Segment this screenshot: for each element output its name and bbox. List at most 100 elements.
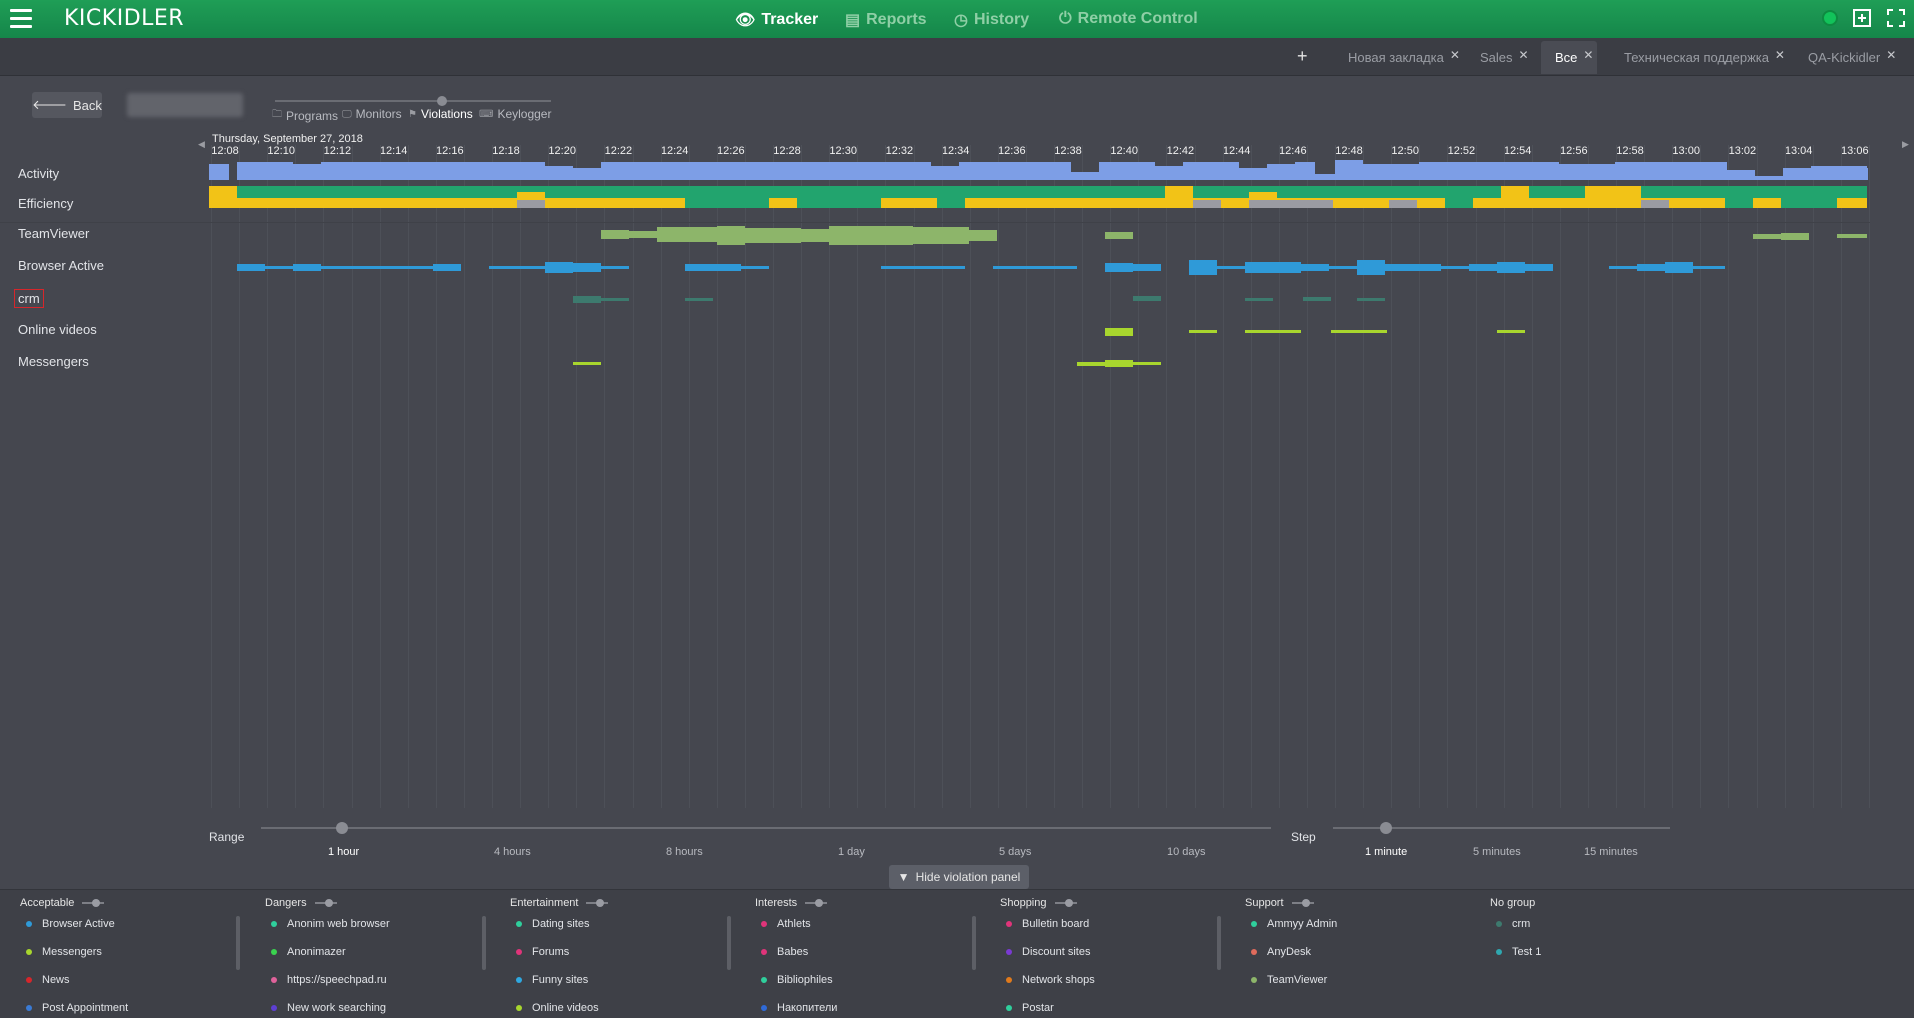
row-label-crm[interactable]: crm (14, 289, 44, 308)
browser-active-bar[interactable] (881, 266, 965, 269)
close-icon[interactable]: ✕ (1518, 48, 1528, 62)
teamviewer-bar[interactable] (913, 227, 969, 244)
activity-bar[interactable] (321, 162, 545, 180)
group-item[interactable]: Bibliophiles (755, 966, 995, 994)
scroll-left-icon[interactable]: ◀ (198, 139, 205, 150)
group-item[interactable]: Funny sites (510, 966, 750, 994)
activity-bar[interactable] (1239, 168, 1267, 180)
teamviewer-bar[interactable] (601, 230, 629, 239)
teamviewer-bar[interactable] (1105, 232, 1133, 239)
group-item[interactable]: Test 1 (1490, 938, 1730, 966)
mode-keylogger[interactable]: ⌨ Keylogger (479, 107, 551, 121)
online-videos-bar[interactable] (1331, 330, 1387, 333)
browser-active-bar[interactable] (713, 264, 741, 271)
group-item[interactable]: Babes (755, 938, 995, 966)
browser-active-bar[interactable] (1385, 264, 1413, 271)
efficiency-bar[interactable] (1585, 186, 1641, 198)
efficiency-bar[interactable] (1753, 198, 1781, 208)
messengers-bar[interactable] (573, 362, 601, 365)
browser-active-bar[interactable] (1217, 266, 1245, 269)
group-item[interactable]: Discount sites (1000, 938, 1240, 966)
efficiency-bar[interactable] (1389, 200, 1417, 208)
activity-bar[interactable] (1643, 162, 1727, 180)
activity-bar[interactable] (573, 168, 601, 180)
efficiency-bar[interactable] (1641, 200, 1669, 208)
efficiency-bar[interactable] (237, 198, 517, 208)
group-toggle[interactable] (82, 899, 105, 907)
mode-slider-handle[interactable] (437, 96, 447, 106)
group-toggle[interactable] (586, 899, 609, 907)
range-slider-handle[interactable] (336, 822, 348, 834)
browser-active-bar[interactable] (265, 266, 293, 269)
group-item[interactable]: Anonimazer (265, 938, 505, 966)
activity-bar[interactable] (1183, 162, 1239, 180)
activity-bar[interactable] (1267, 164, 1295, 180)
group-item[interactable]: Browser Active (20, 910, 260, 938)
group-toggle[interactable] (314, 899, 337, 907)
crm-bar[interactable] (685, 298, 713, 301)
browser-active-bar[interactable] (685, 264, 713, 271)
tab-tech-support[interactable]: Техническая поддержка ✕ (1610, 41, 1789, 74)
activity-bar[interactable] (1295, 162, 1315, 180)
activity-bar[interactable] (931, 166, 959, 180)
activity-bar[interactable] (237, 162, 293, 180)
activity-bar[interactable] (1503, 162, 1559, 180)
mode-slider-track[interactable] (275, 100, 551, 102)
group-scrollbar[interactable] (482, 916, 486, 970)
crm-bar[interactable] (1303, 297, 1331, 301)
activity-bar[interactable] (293, 164, 321, 180)
messengers-bar[interactable] (1077, 362, 1105, 366)
group-item[interactable]: News (20, 966, 260, 994)
crm-bar[interactable] (601, 298, 629, 301)
activity-bar[interactable] (545, 166, 573, 180)
browser-active-bar[interactable] (1525, 264, 1553, 271)
mode-monitors[interactable]: 🖵 Monitors (342, 107, 402, 121)
activity-bar[interactable] (1155, 166, 1183, 180)
crm-bar[interactable] (1245, 298, 1273, 301)
teamviewer-bar[interactable] (745, 228, 801, 243)
group-item[interactable]: Network shops (1000, 966, 1240, 994)
teamviewer-bar[interactable] (657, 227, 717, 242)
efficiency-bar[interactable] (1165, 198, 1193, 208)
group-item[interactable]: crm (1490, 910, 1730, 938)
range-option[interactable]: 5 days (999, 846, 1031, 858)
tab-all[interactable]: Все ✕ (1541, 41, 1598, 74)
new-window-icon[interactable] (1852, 8, 1872, 28)
browser-active-bar[interactable] (489, 266, 545, 269)
close-icon[interactable]: ✕ (1886, 48, 1896, 62)
browser-active-bar[interactable] (1357, 260, 1385, 275)
efficiency-bar[interactable] (881, 198, 937, 208)
step-slider-handle[interactable] (1380, 822, 1392, 834)
messengers-bar[interactable] (1105, 360, 1133, 367)
step-option[interactable]: 1 minute (1365, 846, 1407, 858)
range-option[interactable]: 1 hour (328, 846, 359, 858)
activity-bar[interactable] (1071, 172, 1099, 180)
browser-active-bar[interactable] (1693, 266, 1725, 269)
hide-violation-panel-button[interactable]: ▼ Hide violation panel (889, 865, 1029, 889)
range-option[interactable]: 1 day (838, 846, 865, 858)
activity-bar[interactable] (1727, 170, 1755, 180)
group-item[interactable]: Athlets (755, 910, 995, 938)
teamviewer-bar[interactable] (629, 231, 657, 238)
activity-bar[interactable] (1335, 160, 1363, 180)
browser-active-bar[interactable] (1665, 262, 1693, 273)
close-icon[interactable]: ✕ (1583, 48, 1593, 62)
crm-bar[interactable] (1133, 296, 1161, 301)
activity-bar[interactable] (1315, 174, 1335, 180)
teamviewer-bar[interactable] (1753, 234, 1781, 239)
efficiency-bar[interactable] (1165, 186, 1193, 198)
group-item[interactable]: Anonim web browser (265, 910, 505, 938)
group-item[interactable]: Messengers (20, 938, 260, 966)
tab-qa-kickidler[interactable]: QA-Kickidler ✕ (1794, 41, 1900, 74)
group-item[interactable]: Forums (510, 938, 750, 966)
online-videos-bar[interactable] (1105, 328, 1133, 336)
browser-active-bar[interactable] (741, 266, 769, 269)
fullscreen-icon[interactable] (1886, 8, 1906, 28)
activity-bar[interactable] (1419, 162, 1447, 180)
teamviewer-bar[interactable] (1837, 234, 1867, 238)
group-toggle[interactable] (1054, 899, 1077, 907)
tab-new[interactable]: Новая закладка ✕ (1334, 41, 1464, 74)
efficiency-bar[interactable] (1333, 198, 1361, 208)
efficiency-bar[interactable] (1193, 200, 1221, 208)
group-item[interactable]: https://speechpad.ru (265, 966, 505, 994)
